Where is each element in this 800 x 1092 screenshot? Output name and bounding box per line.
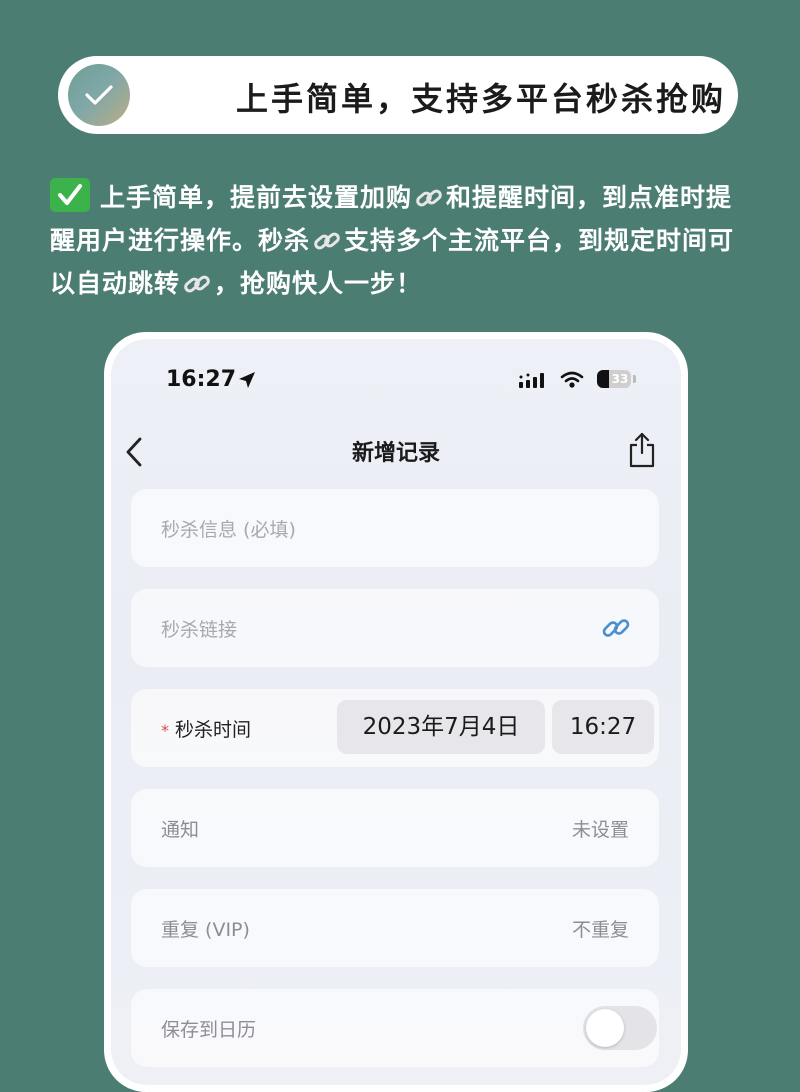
link-placeholder: 秒杀链接 — [161, 619, 238, 641]
link-icon — [416, 189, 442, 207]
calendar-field: 保存到日历 — [131, 989, 659, 1067]
wifi-icon — [560, 371, 584, 388]
calendar-label: 保存到日历 — [161, 1019, 257, 1041]
repeat-value: 不重复 — [571, 919, 629, 941]
calendar-toggle[interactable] — [583, 1006, 657, 1050]
notify-field[interactable]: 通知 未设置 — [131, 789, 659, 867]
battery-level: 33 — [609, 370, 631, 388]
check-badge — [68, 64, 130, 126]
link-field[interactable]: 秒杀链接 — [131, 589, 659, 667]
toggle-knob — [586, 1009, 624, 1047]
notify-label: 通知 — [161, 819, 200, 841]
green-check-emoji — [50, 178, 90, 212]
signal-icon — [519, 373, 544, 388]
page-title: 新增记录 — [351, 441, 440, 466]
feature-banner: 上手简单，支持多平台秒杀抢购 — [58, 56, 738, 134]
status-bar: 16:27 33 — [111, 339, 681, 419]
intro-part-4: ，抢购快人一步！ — [214, 269, 423, 298]
location-arrow-icon — [239, 372, 255, 388]
battery-tip — [633, 375, 636, 383]
share-icon[interactable] — [627, 431, 657, 469]
time-field: * 秒杀时间 2023年7月4日 16:27 — [131, 689, 659, 767]
link-icon — [184, 275, 210, 293]
link-icon — [314, 232, 340, 250]
time-label: * 秒杀时间 — [161, 715, 251, 742]
repeat-label: 重复 (VIP) — [161, 919, 250, 941]
info-field[interactable]: 秒杀信息 (必填) — [131, 489, 659, 567]
check-icon — [58, 184, 82, 205]
check-icon — [85, 85, 113, 105]
info-placeholder: 秒杀信息 (必填) — [161, 519, 296, 541]
time-picker[interactable]: 16:27 — [552, 700, 654, 754]
intro-part-1: 上手简单，提前去设置加购 — [100, 183, 413, 212]
required-mark: * — [161, 721, 169, 740]
date-picker[interactable]: 2023年7月4日 — [337, 700, 545, 754]
app-screen: 16:27 33 新增记录 秒杀信息 (必填) 秒杀链接 * 秒杀时间 2023… — [111, 339, 681, 1085]
repeat-field[interactable]: 重复 (VIP) 不重复 — [131, 889, 659, 967]
link-icon[interactable] — [601, 613, 631, 643]
notify-value: 未设置 — [571, 819, 629, 841]
banner-title: 上手简单，支持多平台秒杀抢购 — [236, 80, 727, 118]
battery-icon: 33 — [597, 370, 631, 388]
status-time: 16:27 — [166, 367, 237, 392]
time-label-text: 秒杀时间 — [175, 719, 252, 741]
phone-frame: 16:27 33 新增记录 秒杀信息 (必填) 秒杀链接 * 秒杀时间 2023… — [104, 332, 688, 1092]
intro-text: 上手简单，提前去设置加购 和提醒时间，到点准时提醒用户进行操作。秒杀 支持多个主流平… — [50, 176, 750, 305]
